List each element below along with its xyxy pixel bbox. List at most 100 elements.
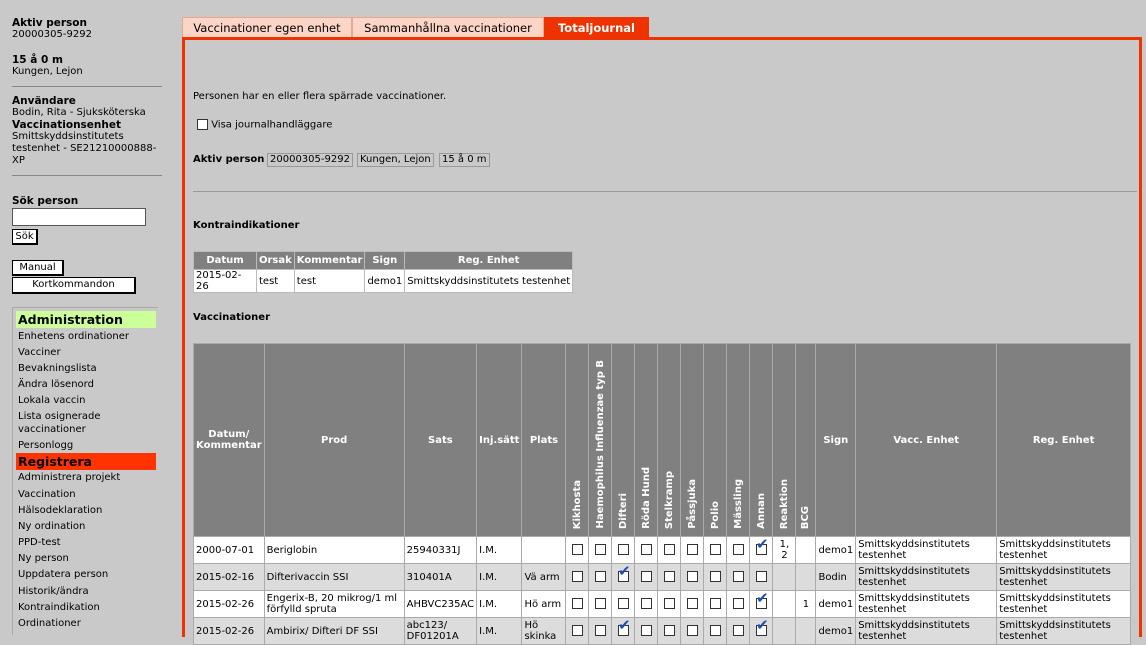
column-header-vertical: Stelkramp: [663, 470, 675, 529]
cell-disease: [726, 590, 751, 618]
show-journal-checkbox[interactable]: [197, 119, 208, 130]
tab-totaljournal[interactable]: Totaljournal: [544, 17, 649, 38]
cell-disease: [588, 617, 613, 645]
checkbox[interactable]: [686, 544, 698, 556]
checkbox-checked[interactable]: [617, 566, 631, 583]
table-row: 2015-02-16 Difterivaccin SSI 310401A I.M. Vä…: [193, 563, 1131, 591]
checkbox[interactable]: [594, 598, 606, 610]
search-input[interactable]: [12, 208, 146, 226]
menu-heading-administration: Administration: [16, 311, 156, 328]
cell-vacc-unit: Smittskyddsinstitutets testenhet: [855, 563, 998, 591]
active-person-label: Aktiv person: [193, 154, 265, 165]
cell-bcg: 1: [795, 590, 817, 618]
cell-sign: demo1: [364, 269, 406, 293]
tab-sammanhallna-vaccinationer[interactable]: Sammanhållna vaccinationer: [352, 17, 544, 38]
menu-item[interactable]: Lista osignerade: [18, 410, 153, 423]
checkbox[interactable]: [686, 571, 698, 583]
unit-line: XP: [12, 155, 25, 166]
column-header-vertical: Polio: [709, 501, 721, 529]
checkbox[interactable]: [640, 571, 652, 583]
cell-vacc-unit: Smittskyddsinstitutets testenhet: [855, 536, 998, 564]
cell-disease: [634, 617, 659, 645]
unit-line: Smittskyddsinstitutets: [12, 131, 124, 142]
checkbox[interactable]: [732, 598, 744, 610]
cell-disease: [611, 617, 636, 645]
checkbox[interactable]: [594, 544, 606, 556]
checkbox[interactable]: [571, 544, 583, 556]
checkbox[interactable]: [732, 544, 744, 556]
checkbox[interactable]: [709, 571, 721, 583]
table-row: 2015-02-26 Engerix-B, 20 mikrog/1 ml förf…: [193, 590, 1131, 618]
menu-item[interactable]: Hälsodeklaration: [18, 504, 153, 517]
divider: [193, 191, 1137, 192]
column-header: Sign: [815, 343, 857, 537]
column-header-vertical: Reaktion: [778, 478, 790, 529]
menu-item[interactable]: Personlogg: [18, 439, 153, 452]
cell-disease: [588, 536, 613, 564]
menu-item[interactable]: Ny ordination: [18, 520, 153, 533]
cell-date: 2015-02-26: [193, 617, 265, 645]
checkbox[interactable]: [571, 571, 583, 583]
column-header-vertical: Kikhosta: [571, 479, 583, 529]
checkbox[interactable]: [686, 598, 698, 610]
column-header-vertical: Haemophilus Influenzae typ B: [594, 360, 606, 529]
cell-reaction: 1, 2: [772, 536, 797, 564]
cell-reaction: [772, 617, 797, 645]
cell-disease: [749, 536, 774, 564]
menu-item[interactable]: Vaccination: [18, 488, 153, 501]
checkbox[interactable]: [709, 598, 721, 610]
checkbox[interactable]: [617, 598, 629, 610]
search-button[interactable]: Sök: [12, 229, 38, 245]
menu-item[interactable]: PPD-test: [18, 536, 153, 549]
cell-disease: [726, 617, 751, 645]
checkbox[interactable]: [755, 571, 767, 583]
person-age: 15 å 0 m: [12, 54, 63, 66]
column-header: Datum: [193, 251, 257, 270]
checkbox[interactable]: [663, 598, 675, 610]
menu-item[interactable]: Bevakningslista: [18, 362, 153, 375]
checkbox[interactable]: [640, 598, 652, 610]
menu-item[interactable]: Kontraindikation: [18, 601, 153, 614]
checkbox[interactable]: [663, 571, 675, 583]
cell-bcg: [795, 563, 817, 591]
menu-item[interactable]: vaccinationer: [18, 423, 153, 436]
cell-disease: [680, 617, 705, 645]
menu-item[interactable]: Ändra lösenord: [18, 378, 153, 391]
checkbox[interactable]: [571, 598, 583, 610]
menu-item[interactable]: Historik/ändra: [18, 585, 153, 598]
menu-item[interactable]: Ordinationer: [18, 617, 153, 630]
menu-item[interactable]: Enhetens ordinationer: [18, 330, 153, 343]
checkbox[interactable]: [617, 544, 629, 556]
cell-disease: [657, 536, 682, 564]
cell-batch: AHBVC235AC: [403, 590, 478, 618]
cell-sign: Bodin: [815, 563, 857, 591]
checkbox[interactable]: [709, 544, 721, 556]
cell-disease: [565, 536, 590, 564]
menu-item[interactable]: Administrera projekt: [18, 471, 153, 484]
checkbox-checked[interactable]: [755, 593, 769, 610]
cell-date: 2000-07-01: [193, 536, 265, 564]
table-row: 2000-07-01Beriglobin25940331JI.M. 1, 2 dem…: [193, 536, 1131, 564]
checkbox[interactable]: [640, 544, 652, 556]
checkbox[interactable]: [732, 571, 744, 583]
cell-comment: test: [293, 269, 366, 293]
menu-item[interactable]: Lokala vaccin: [18, 394, 153, 407]
menu-item[interactable]: Uppdatera person: [18, 568, 153, 581]
checkbox[interactable]: [663, 544, 675, 556]
menu-item[interactable]: Vacciner: [18, 346, 153, 359]
cell-disease: [726, 563, 751, 591]
cell-bcg: [795, 617, 817, 645]
manual-button[interactable]: Manual: [12, 260, 64, 276]
cell-disease: [634, 563, 659, 591]
cell-disease: [588, 563, 613, 591]
menu-item[interactable]: Ny person: [18, 552, 153, 565]
tab-vaccinationer-egen-enhet[interactable]: Vaccinationer egen enhet: [182, 17, 352, 38]
cell-date: 2015-02-16: [193, 563, 265, 591]
show-journal-label: Visa journalhandläggare: [211, 119, 333, 131]
column-header-vertical: Påssjuka: [686, 479, 698, 529]
checkbox[interactable]: [594, 571, 606, 583]
checkbox-checked[interactable]: [755, 539, 769, 556]
vaccinations-table: Datum/ Kommentar Prod Sats Inj.sätt Plat…: [193, 343, 1131, 645]
unit-heading: Vaccinationsenhet: [12, 119, 122, 131]
shortcuts-button[interactable]: Kortkommandon: [12, 277, 136, 294]
